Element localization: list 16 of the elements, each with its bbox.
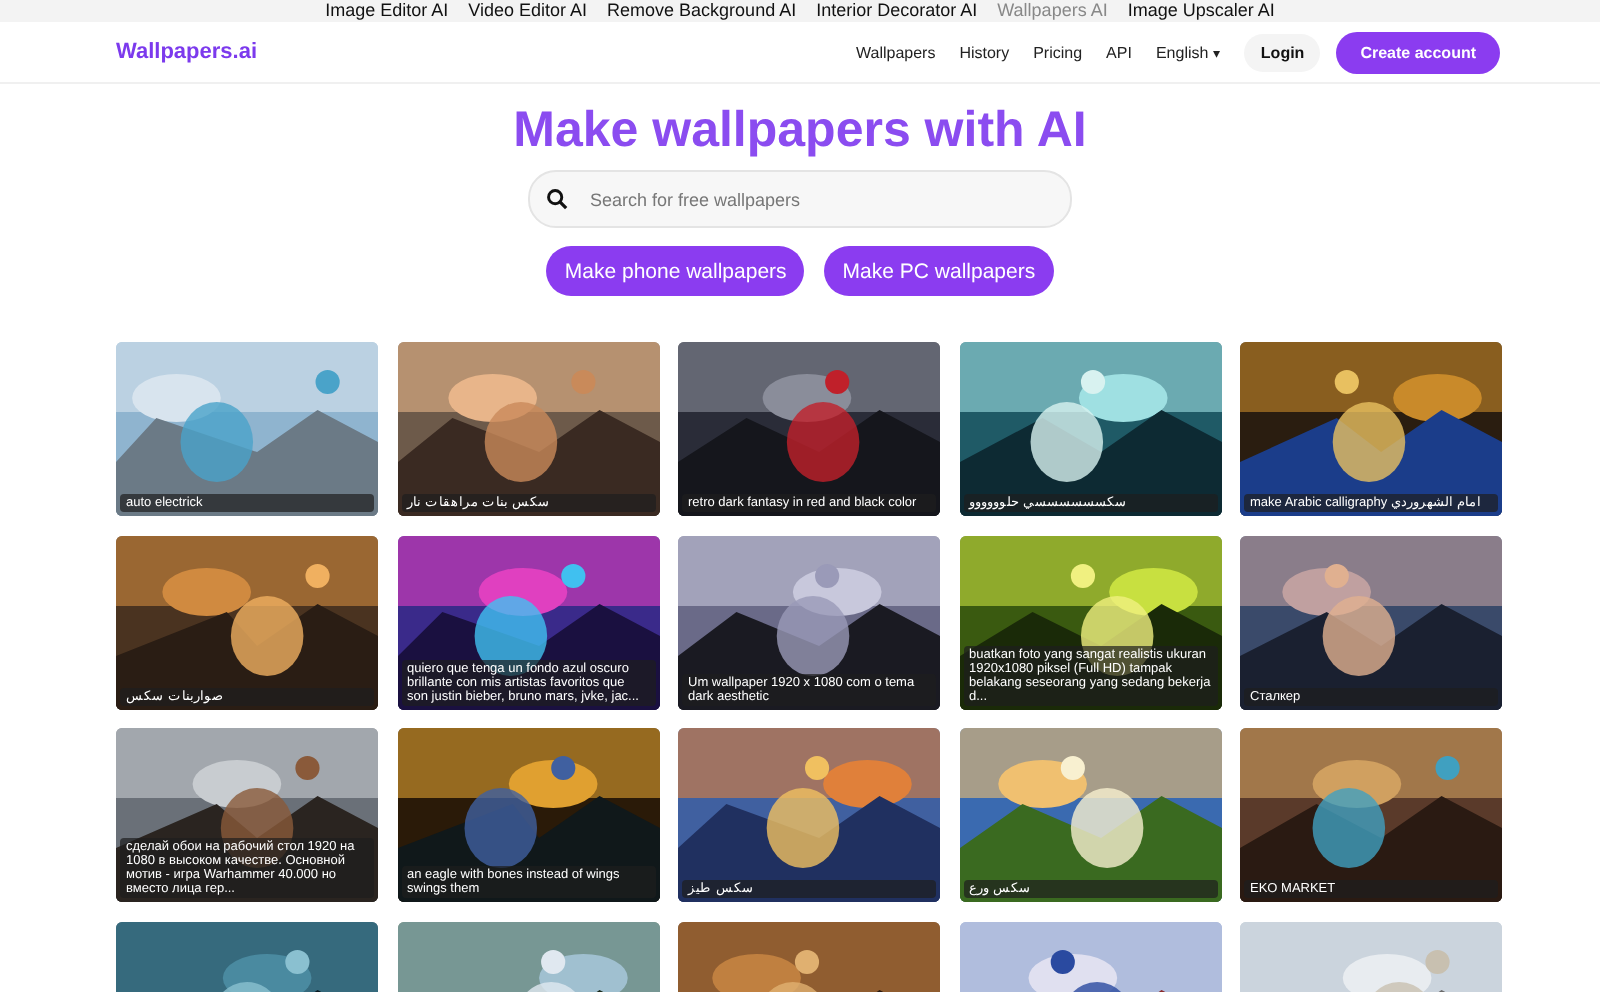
nav-link[interactable]: History [959,43,1010,61]
page-heading: Make wallpapers with AI [513,100,1087,160]
logo-link[interactable]: Wallpapers.ai [116,40,258,64]
nav-link[interactable]: Wallpapers [855,43,936,61]
login-button[interactable]: Login [1244,33,1321,71]
create-account-button[interactable]: Create account [1336,31,1500,73]
product-link[interactable]: Video Editor AI [468,0,588,22]
search-field[interactable]: Search for free wallpapers [528,170,1072,228]
product-link[interactable]: Image Upscaler AI [1127,0,1275,22]
product-link[interactable]: Image Editor AI [325,0,449,22]
nav-link[interactable]: API [1106,43,1132,61]
product-link[interactable]: Interior Decorator AI [816,0,978,22]
product-link[interactable]: Remove Background AI [607,0,797,22]
make-wallpapers-button[interactable]: Make phone wallpapers [546,246,805,296]
make-wallpapers-button[interactable]: Make PC wallpapers [824,246,1054,296]
nav-link[interactable]: Pricing [1033,43,1083,61]
